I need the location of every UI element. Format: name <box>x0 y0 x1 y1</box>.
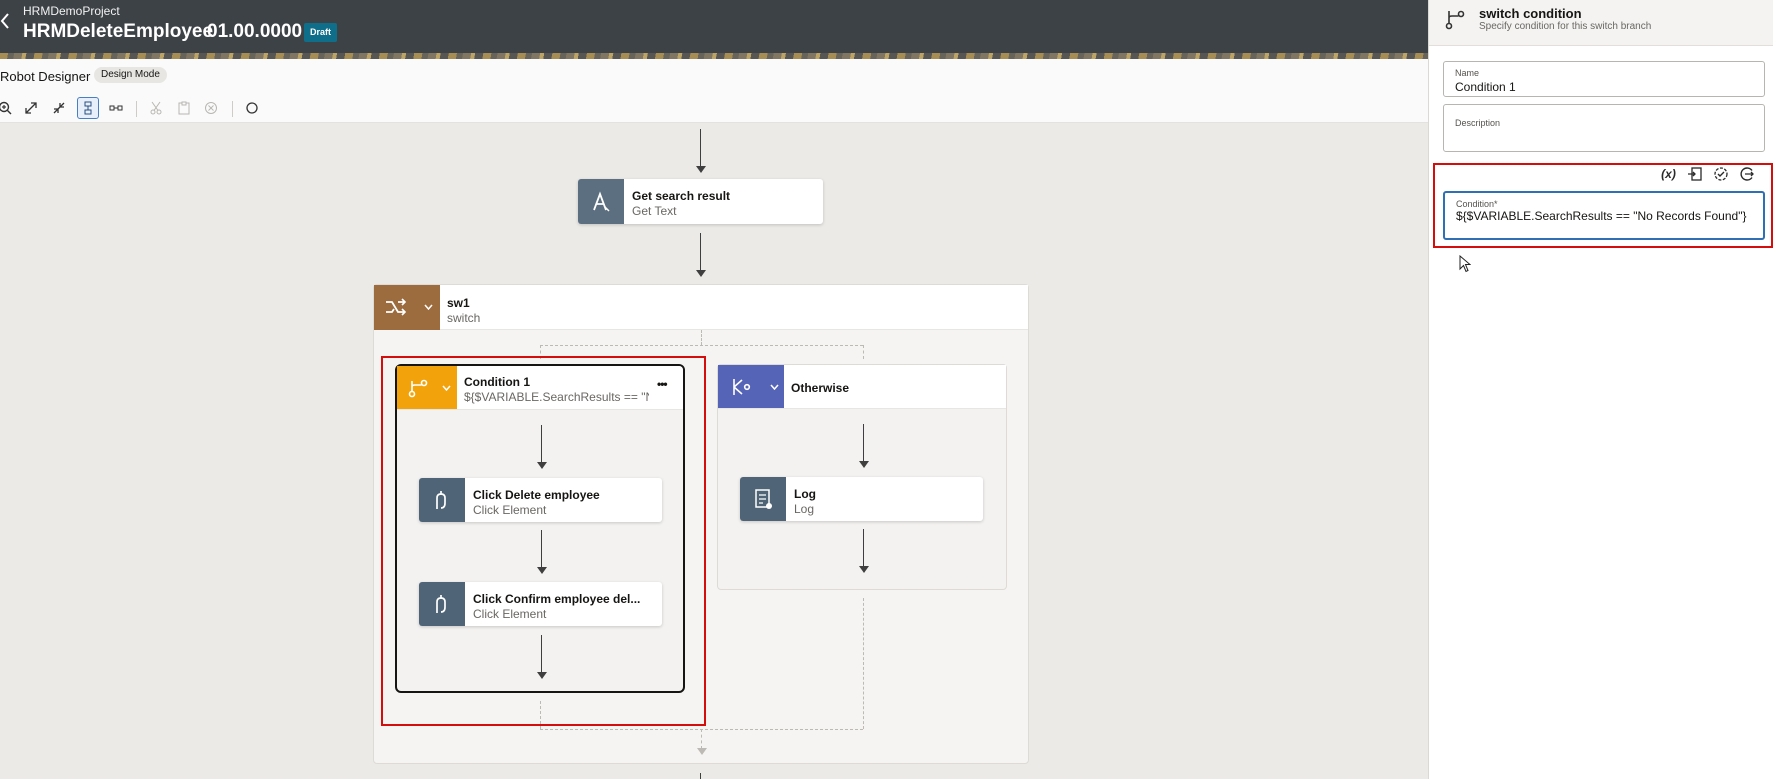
branch-connector <box>863 598 864 729</box>
name-value[interactable]: Condition 1 <box>1455 80 1516 94</box>
branch-connector <box>540 345 863 346</box>
connector-arrow <box>696 166 706 173</box>
connector-line <box>700 773 701 779</box>
flow-canvas[interactable]: Get search result Get Text sw1 switch Co… <box>0 123 1428 779</box>
otherwise-branch[interactable]: Otherwise Log Log <box>717 364 1007 590</box>
condition-branch-highlight <box>381 356 706 726</box>
back-chevron-icon[interactable] <box>0 12 14 32</box>
switch-subtitle: switch <box>447 311 481 325</box>
expand-icon[interactable] <box>20 97 42 119</box>
connector-line <box>863 424 864 462</box>
branch-icon <box>1443 7 1467 31</box>
collapse-icon[interactable] <box>48 97 70 119</box>
switch-header[interactable]: sw1 switch <box>374 285 1028 330</box>
connector-arrow <box>696 270 706 277</box>
panel-subtitle: Specify condition for this switch branch <box>1479 21 1652 32</box>
project-name[interactable]: HRMDemoProject <box>23 4 120 18</box>
cut-icon[interactable] <box>145 97 167 119</box>
connector-arrow <box>697 748 707 755</box>
horizontal-layout-icon[interactable] <box>105 97 127 119</box>
zoom-in-icon[interactable] <box>0 97 16 119</box>
otherwise-title: Otherwise <box>791 381 850 395</box>
connector-arrow <box>859 461 869 468</box>
switch-icon <box>374 285 440 330</box>
vertical-layout-icon[interactable] <box>77 97 99 119</box>
connector-line <box>700 233 701 271</box>
toolbar-separator <box>232 101 233 117</box>
otherwise-icon <box>718 365 784 408</box>
otherwise-branch-header[interactable]: Otherwise <box>718 365 1006 409</box>
node-subtitle: Log <box>794 502 815 516</box>
condition-field-highlight <box>1433 163 1773 248</box>
designer-subheader: Robot Designer Design Mode <box>0 59 1428 91</box>
branch-connector <box>701 729 702 749</box>
mode-badge[interactable]: Design Mode <box>94 67 167 83</box>
node-title: Log <box>794 487 816 501</box>
robot-version: 01.00.0000 <box>207 21 303 42</box>
switch-title: sw1 <box>447 296 470 310</box>
toolbar-separator <box>136 101 137 117</box>
node-log[interactable]: Log Log <box>740 477 983 521</box>
designer-label: Robot Designer <box>0 69 91 84</box>
connector-arrow <box>859 566 869 573</box>
name-field[interactable]: Name Condition 1 <box>1443 61 1765 97</box>
node-title: Get search result <box>632 189 731 203</box>
panel-header: switch condition Specify condition for t… <box>1429 0 1773 46</box>
log-icon <box>740 477 786 521</box>
robot-title: HRMDeleteEmployee <box>23 21 214 42</box>
properties-panel: switch condition Specify condition for t… <box>1428 0 1773 779</box>
mouse-pointer-icon <box>1459 254 1472 273</box>
app-header: HRMDemoProject HRMDeleteEmployee 01.00.0… <box>0 0 1428 59</box>
node-subtitle: Get Text <box>632 204 677 218</box>
description-field[interactable]: Description <box>1443 104 1765 152</box>
panel-title: switch condition <box>1479 6 1582 21</box>
connector-line <box>700 129 701 167</box>
status-badge: Draft <box>304 23 338 42</box>
canvas-toolbar <box>0 91 1428 123</box>
paste-icon[interactable] <box>173 97 195 119</box>
name-label: Name <box>1455 68 1480 78</box>
delete-icon[interactable] <box>200 97 222 119</box>
circle-icon[interactable] <box>241 97 263 119</box>
node-get-search-result[interactable]: Get search result Get Text <box>578 179 823 224</box>
branch-connector <box>863 345 864 359</box>
get-text-icon <box>578 179 624 224</box>
description-label: Description <box>1455 118 1501 128</box>
connector-line <box>863 529 864 567</box>
branch-connector <box>701 330 702 345</box>
